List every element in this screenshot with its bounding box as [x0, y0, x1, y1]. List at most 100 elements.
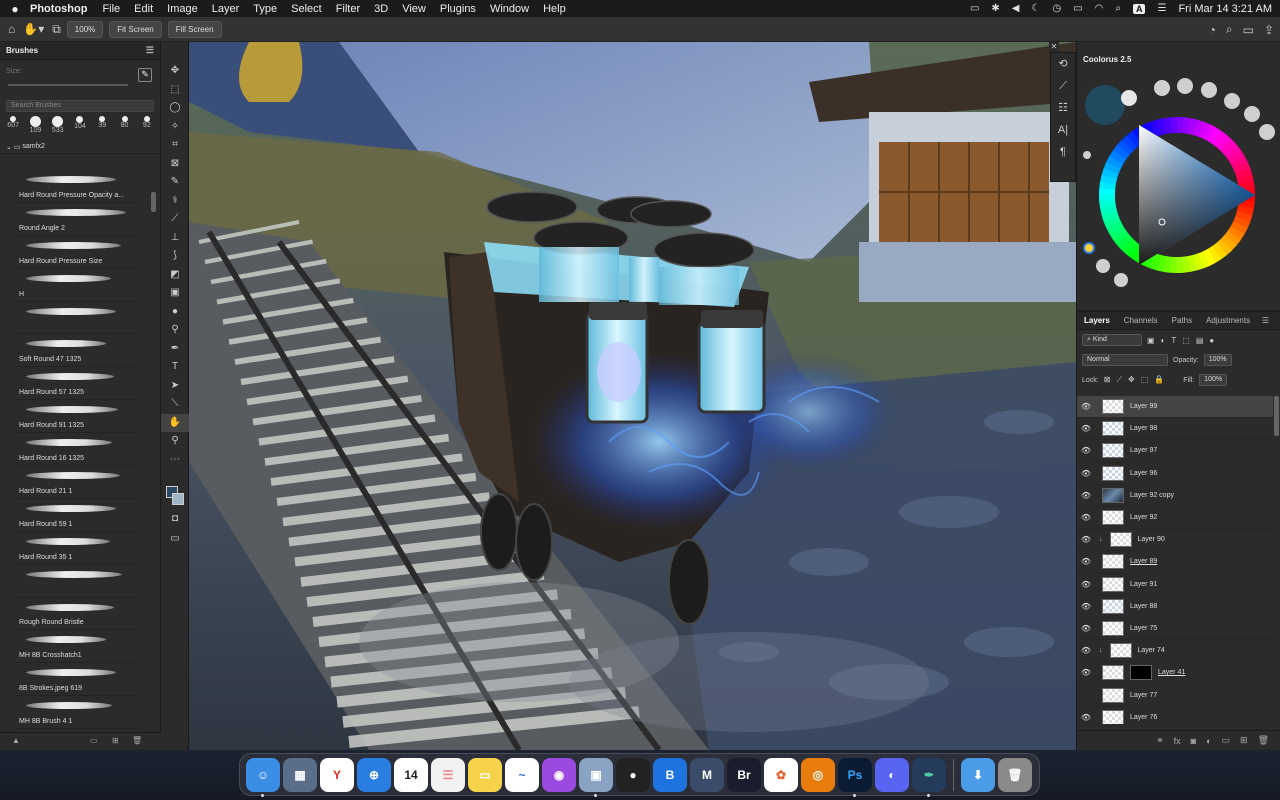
screen-mode-icon[interactable]: ▭	[161, 530, 189, 549]
visibility-eye-icon[interactable]: 👁	[1077, 602, 1095, 611]
layer-thumbnail[interactable]	[1102, 620, 1124, 636]
gradient-tool-icon[interactable]: ▣	[161, 284, 189, 303]
display-icon[interactable]: ▭	[970, 3, 979, 14]
clone-stamp-tool-icon[interactable]: ⊥	[161, 229, 189, 248]
fill-input[interactable]: 100%	[1199, 374, 1228, 386]
volume-icon[interactable]: ◀	[1012, 3, 1020, 14]
visibility-eye-icon[interactable]: 👁	[1077, 424, 1095, 433]
visibility-eye-icon[interactable]: 👁	[1077, 402, 1095, 411]
zoom-100-button[interactable]: 100%	[66, 20, 104, 38]
delete-layer-icon[interactable]: 🗑	[1258, 735, 1269, 746]
visibility-eye-icon[interactable]: 👁	[1077, 557, 1095, 566]
shape-filter-icon[interactable]: ⬚	[1182, 336, 1190, 345]
marquee-tool-icon[interactable]: ⬚	[161, 81, 189, 100]
brush-settings-panel-icon[interactable]: ⟋	[1051, 75, 1075, 97]
pixel-filter-icon[interactable]: ▣	[1147, 336, 1155, 345]
layer-row[interactable]: 👁 Layer 89	[1077, 551, 1273, 574]
layer-thumbnail[interactable]	[1102, 576, 1124, 592]
visibility-eye-icon[interactable]: 👁	[1077, 513, 1095, 522]
hand-tool-icon[interactable]: ✋	[161, 413, 189, 432]
type-tool-icon[interactable]: T	[161, 358, 189, 377]
frame-tool-icon[interactable]: ⊠	[161, 155, 189, 174]
dodge-tool-icon[interactable]: ⚲	[161, 321, 189, 340]
recent-brush[interactable]: 80	[115, 116, 133, 134]
tab-layers[interactable]: Layers	[1077, 316, 1117, 325]
menu-image[interactable]: Image	[167, 3, 198, 15]
fit-screen-button[interactable]: Fit Screen	[109, 20, 162, 38]
smart-object-filter-icon[interactable]: ▤	[1196, 336, 1204, 345]
dock-teamviewer-icon[interactable]: B	[653, 757, 687, 792]
layer-name[interactable]: Layer 96	[1130, 470, 1157, 477]
scroll-all-windows-icon[interactable]: ⧉	[52, 22, 61, 37]
menu-plugins[interactable]: Plugins	[440, 3, 476, 15]
fill-screen-button[interactable]: Fill Screen	[167, 20, 222, 38]
brush-tool-icon[interactable]: ⟋	[161, 210, 189, 229]
lock-position-icon[interactable]: ✥	[1128, 375, 1135, 385]
layer-row[interactable]: 👁 Layer 92	[1077, 507, 1273, 530]
dock-motion-icon[interactable]: ●	[616, 757, 650, 792]
layer-row[interactable]: 👁 Layer 96	[1077, 463, 1273, 485]
layer-row[interactable]: 👁 Layer 99	[1077, 396, 1273, 419]
wifi-icon[interactable]: ◠	[1095, 3, 1104, 14]
recent-brush[interactable]: 39	[93, 116, 111, 134]
color-wheel[interactable]	[1077, 60, 1280, 308]
history-icon[interactable]: ⟲	[1051, 53, 1075, 75]
apple-icon[interactable]: ●	[0, 2, 30, 16]
home-icon[interactable]: ⌂	[8, 22, 15, 36]
visibility-eye-icon[interactable]: 👁	[1077, 535, 1095, 544]
visibility-eye-icon[interactable]: 👁	[1077, 668, 1095, 677]
brush-preset-item[interactable]: Hard Round Pressure Opacity a...	[16, 170, 138, 203]
more-tools-icon[interactable]: ⋯	[161, 451, 189, 470]
recent-brush[interactable]: 109	[26, 116, 44, 134]
menu-file[interactable]: File	[102, 3, 120, 15]
dock-photos-icon[interactable]: ✿	[764, 757, 798, 792]
magic-wand-tool-icon[interactable]: ✧	[161, 118, 189, 137]
dock-preview-icon[interactable]: ▣	[579, 757, 613, 797]
layer-thumbnail[interactable]	[1102, 598, 1124, 614]
layer-row[interactable]: 👁 Layer 92 copy	[1077, 485, 1273, 507]
search-icon[interactable]: ⌕	[1226, 22, 1233, 37]
new-brush-icon[interactable]: ⊞	[112, 736, 119, 745]
recent-brush[interactable]: 533	[49, 116, 67, 134]
dock-notes-icon[interactable]: ▭	[468, 757, 502, 792]
brush-preset-item[interactable]: Soft Round 47 1325	[16, 334, 138, 368]
layer-name[interactable]: Layer 92	[1130, 514, 1157, 521]
layer-thumbnail[interactable]	[1102, 554, 1124, 570]
menu-type[interactable]: Type	[253, 3, 277, 15]
layer-name[interactable]: Layer 88	[1130, 603, 1157, 610]
dock-bridge-icon[interactable]: Br	[727, 757, 761, 792]
recent-brush[interactable]: 607	[4, 116, 22, 134]
brush-preset-item[interactable]: Hard Round 21 1	[16, 466, 138, 499]
tab-paths[interactable]: Paths	[1165, 316, 1199, 325]
line-tool-icon[interactable]: ⟍	[161, 395, 189, 414]
delete-icon[interactable]: 🗑	[132, 736, 142, 745]
eyedropper-tool-icon[interactable]: ✎	[161, 173, 189, 192]
recent-brush[interactable]: 92	[138, 116, 156, 134]
time-machine-icon[interactable]: ◷	[1052, 3, 1061, 14]
brush-preset-item[interactable]: Hard Round 91 1325	[16, 400, 138, 434]
layer-thumbnail[interactable]	[1102, 465, 1124, 481]
menu-3d[interactable]: 3D	[374, 3, 388, 15]
layer-name[interactable]: Layer 89	[1130, 558, 1157, 565]
layer-row[interactable]: 👁 Layer 41	[1077, 662, 1273, 685]
adjustment-layer-icon[interactable]: ◐	[1206, 736, 1211, 746]
brush-preset-item[interactable]: Hard Round 59 1	[16, 499, 138, 532]
layer-name[interactable]: Layer 75	[1130, 625, 1157, 632]
dock-trash-icon[interactable]: 🗑	[998, 757, 1032, 792]
brush-list-scrollbar[interactable]	[151, 192, 156, 212]
move-tool-icon[interactable]: ✥	[161, 62, 189, 81]
size-slider[interactable]	[8, 84, 128, 86]
size-toggle-icon[interactable]: ▲	[12, 736, 20, 745]
properties-icon[interactable]: ☷	[1051, 97, 1075, 119]
menu-filter[interactable]: Filter	[336, 3, 360, 15]
brush-preset-item[interactable]: Hard Round 57 1325	[16, 367, 138, 401]
battery-icon[interactable]: ▭	[1073, 3, 1082, 14]
layer-thumbnail[interactable]	[1102, 709, 1124, 724]
dock-downloads-icon[interactable]: ⬇	[961, 757, 995, 792]
healing-brush-tool-icon[interactable]: ⚕	[161, 192, 189, 211]
layer-row[interactable]: 👁 ↓ Layer 74	[1077, 640, 1273, 663]
layer-name[interactable]: Layer 41	[1158, 669, 1185, 676]
brush-folder[interactable]: ⌄ ▭ samfx2	[0, 140, 160, 154]
close-document-icon[interactable]: ✕	[1049, 42, 1059, 52]
path-selection-tool-icon[interactable]: ➤	[161, 377, 189, 396]
